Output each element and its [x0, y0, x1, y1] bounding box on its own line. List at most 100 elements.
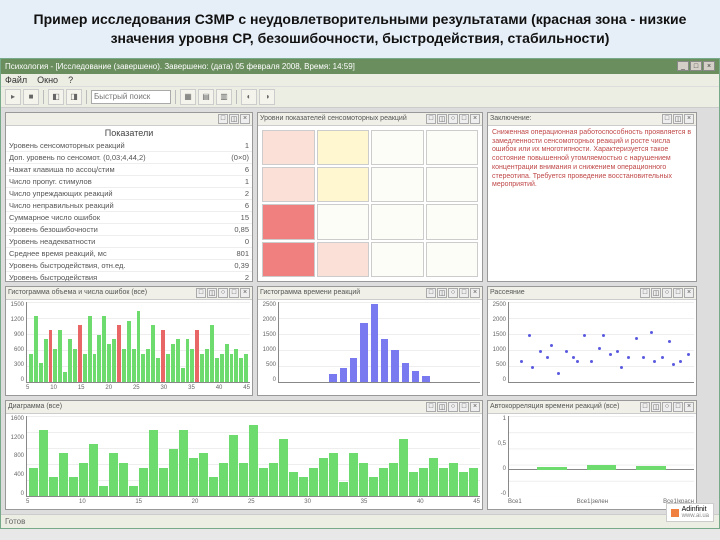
param-value: 0,85 — [216, 224, 252, 235]
panel-btn[interactable]: ◫ — [673, 114, 683, 124]
panel-btn[interactable]: □ — [459, 402, 469, 412]
param-value: 0,39 — [216, 260, 252, 271]
window-title: Психология - [Исследование (завершено). … — [5, 62, 355, 71]
panel-btn[interactable]: ○ — [218, 288, 228, 298]
panel-btn[interactable]: □ — [662, 114, 672, 124]
window-titlebar: Психология - [Исследование (завершено). … — [1, 59, 719, 74]
chart-bar2: 160012008004000 51015202530354045 — [6, 414, 482, 509]
close-button[interactable]: × — [703, 61, 715, 71]
conclusion-text: Сниженная операционная работоспособность… — [488, 126, 696, 281]
status-text: Готов — [5, 517, 25, 526]
panel-btn[interactable]: ◫ — [229, 114, 239, 124]
panel-btn[interactable]: ○ — [448, 402, 458, 412]
panel-btn[interactable]: × — [470, 114, 480, 124]
panel-btn[interactable]: □ — [426, 288, 436, 298]
matrix-grid — [258, 126, 482, 281]
tool-icon[interactable]: ◐ — [241, 89, 257, 105]
brand-name: Adinfinit — [682, 506, 709, 513]
panel-btn[interactable]: □ — [673, 288, 683, 298]
panel-btn[interactable]: □ — [196, 288, 206, 298]
tool-icon[interactable]: ◨ — [66, 89, 82, 105]
panel-btn[interactable]: □ — [426, 114, 436, 124]
statusbar: Готов — [1, 514, 719, 528]
panel-btn[interactable]: □ — [218, 114, 228, 124]
panel-btn[interactable]: × — [684, 288, 694, 298]
minimize-button[interactable]: _ — [677, 61, 689, 71]
panel-btn[interactable]: □ — [459, 288, 469, 298]
panel-bar1: Гистограмма объема и числа ошибок (все) … — [5, 286, 253, 396]
param-label: Число неправильных реакций — [6, 200, 216, 211]
panel-title: Уровни показателей сенсомоторных реакций — [260, 115, 407, 122]
param-label: Среднее время реакций, мс — [6, 248, 216, 259]
panel-btn[interactable]: ◫ — [437, 402, 447, 412]
menu-file[interactable]: Файл — [5, 75, 27, 85]
param-label: Доп. уровень по сенсомот. (0,03;4,44,2) — [6, 152, 216, 163]
panel-title: Рассеяние — [490, 289, 525, 296]
chart-scatter: 25002000150010005000 — [488, 300, 696, 395]
panel-btn[interactable]: × — [684, 114, 694, 124]
tool-icon[interactable]: ▦ — [180, 89, 196, 105]
panel-btn[interactable]: ◫ — [651, 402, 661, 412]
panel-btn[interactable]: ○ — [662, 288, 672, 298]
panel-btn[interactable]: × — [684, 402, 694, 412]
panel-btn[interactable]: ○ — [448, 288, 458, 298]
panel-btn[interactable]: ○ — [662, 402, 672, 412]
menubar: Файл Окно ? — [1, 74, 719, 86]
panel-btn[interactable]: □ — [459, 114, 469, 124]
panel-title: Гистограмма времени реакций — [260, 289, 360, 296]
panel-btn[interactable]: ○ — [448, 114, 458, 124]
panel-matrix: Уровни показателей сенсомоторных реакций… — [257, 112, 483, 282]
panel-btn[interactable]: □ — [426, 402, 436, 412]
param-value: 1 — [216, 140, 252, 151]
param-label: Число упреждающих реакций — [6, 188, 216, 199]
param-label: Уровень неадекватности — [6, 236, 216, 247]
toolbar: ▸ ■ ◧ ◨ ▦ ▤ ▥ ◐ ◑ — [1, 86, 719, 108]
panel-btn[interactable]: ◫ — [437, 114, 447, 124]
content-grid: □ ◫ × Показатели Уровень сенсомоторных р… — [1, 108, 719, 514]
param-label: Число пропуг. стимулов — [6, 176, 216, 187]
panel-btn[interactable]: ◫ — [651, 288, 661, 298]
param-label: Уровень безошибочности — [6, 224, 216, 235]
panel-parameters: □ ◫ × Показатели Уровень сенсомоторных р… — [5, 112, 253, 282]
param-value: 15 — [216, 212, 252, 223]
param-label: Уровень сенсомоторных реакций — [6, 140, 216, 151]
panel-conclusion: Заключение: □ ◫ × Сниженная операционная… — [487, 112, 697, 282]
param-value: (0×0) — [216, 152, 252, 163]
panel-btn[interactable]: × — [240, 288, 250, 298]
menu-window[interactable]: Окно — [37, 75, 58, 85]
panel-title: Диаграмма (все) — [8, 403, 62, 410]
maximize-button[interactable]: □ — [690, 61, 702, 71]
branding-badge: Adinfinit www.ai.ua — [666, 503, 714, 522]
tool-icon[interactable]: ▸ — [5, 89, 21, 105]
tool-icon[interactable]: ▤ — [198, 89, 214, 105]
panel-title: Автокорреляция времени реакций (все) — [490, 403, 619, 410]
menu-help[interactable]: ? — [68, 75, 73, 85]
tool-icon[interactable]: ◧ — [48, 89, 64, 105]
panel-title: Заключение: — [490, 115, 532, 122]
param-value: 6 — [216, 200, 252, 211]
param-label: Нажат клавиша по ассоц/стим — [6, 164, 216, 175]
chart-bar1: 150012009006003000 51015202530354045 — [6, 300, 252, 395]
search-input[interactable] — [91, 90, 171, 104]
panel-btn[interactable]: ◫ — [207, 288, 217, 298]
tool-icon[interactable]: ■ — [23, 89, 39, 105]
panel-btn[interactable]: □ — [673, 402, 683, 412]
param-label: Суммарное число ошибок — [6, 212, 216, 223]
param-value: 6 — [216, 164, 252, 175]
tool-icon[interactable]: ▥ — [216, 89, 232, 105]
chart-bar3: 10,50-0 Все1Все1|зеленВсе1|красн — [488, 414, 696, 509]
panel-btn[interactable]: □ — [640, 288, 650, 298]
panel-btn[interactable]: × — [240, 114, 250, 124]
chart-hist: 25002000150010005000 — [258, 300, 482, 395]
param-label: Уровень быстродействия — [6, 272, 216, 281]
param-value: 2 — [216, 188, 252, 199]
panel-scatter: Рассеяние □ ◫ ○ □ × 25002000150010005000 — [487, 286, 697, 396]
panel-btn[interactable]: × — [470, 288, 480, 298]
panel-btn[interactable]: □ — [640, 402, 650, 412]
panel-btn[interactable]: × — [470, 402, 480, 412]
panel-bar3: Автокорреляция времени реакций (все) □ ◫… — [487, 400, 697, 510]
panel-btn[interactable]: ◫ — [437, 288, 447, 298]
tool-icon[interactable]: ◑ — [259, 89, 275, 105]
logo-icon — [671, 509, 679, 517]
panel-btn[interactable]: □ — [229, 288, 239, 298]
